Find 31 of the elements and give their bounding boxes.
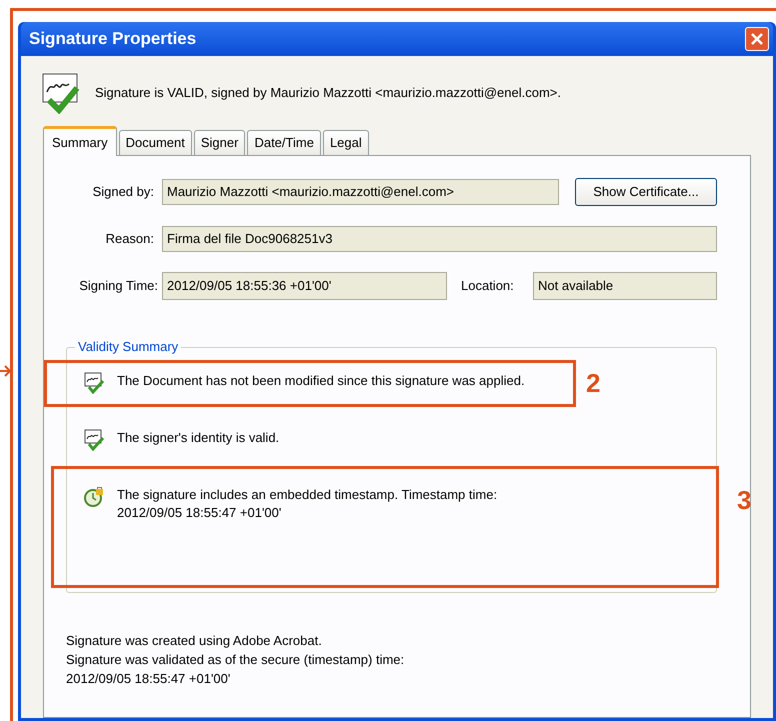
tab[interactable]: Document <box>118 130 192 156</box>
footer-text: Signature was created using Adobe Acrobat. <box>66 632 323 650</box>
field-label: Reason: <box>104 230 155 248</box>
close-icon <box>750 32 764 46</box>
tab[interactable]: Legal <box>322 130 369 156</box>
signing-time-field[interactable]: 2012/09/05 18:55:36 +01'00' <box>162 272 447 300</box>
close-button[interactable] <box>745 27 769 51</box>
location-field[interactable]: Not available <box>533 272 717 300</box>
footer-text: Signature was validated as of the secure (timestamp) time: <box>66 651 406 669</box>
reason-field[interactable]: Firma del file Doc9068251v3 <box>162 226 717 252</box>
annotation-label: 3 <box>737 484 752 517</box>
validity-text: The Document has not been modified since this signature was applied. <box>117 372 525 390</box>
annotation-label: 2 <box>586 367 600 400</box>
footer-text: 2012/09/05 18:55:47 +01'00' <box>66 670 232 688</box>
field-label: Signing Time: <box>78 277 159 296</box>
tab[interactable]: Date/Time <box>247 130 321 156</box>
show-certificate-button[interactable]: Show Certificate... <box>575 178 717 206</box>
signature-status-text: Signature is VALID, signed by Maurizio Mazzotti <maurizio.mazzotti@enel.com>. <box>95 84 561 102</box>
validity-text: The signature includes an embedded timestamp. Timestamp time: <box>117 486 498 504</box>
field-label: Signed by: <box>92 183 155 202</box>
signature-check-icon <box>83 372 105 394</box>
clock-lock-icon <box>83 486 105 508</box>
signature-check-icon <box>83 429 105 451</box>
validity-text: The signer's identity is valid. <box>117 429 280 447</box>
window-title: Signature Properties <box>29 28 196 50</box>
tab[interactable]: Signer <box>194 130 246 156</box>
timestamp-text: 2012/09/05 18:55:47 +01'00' <box>117 504 282 522</box>
signed-by-field[interactable]: Maurizio Mazzotti <maurizio.mazzotti@enel.com> <box>162 179 559 205</box>
tab[interactable]: Summary <box>43 126 117 156</box>
field-label: Location: <box>461 277 515 296</box>
group-title: Validity Summary <box>75 339 182 355</box>
